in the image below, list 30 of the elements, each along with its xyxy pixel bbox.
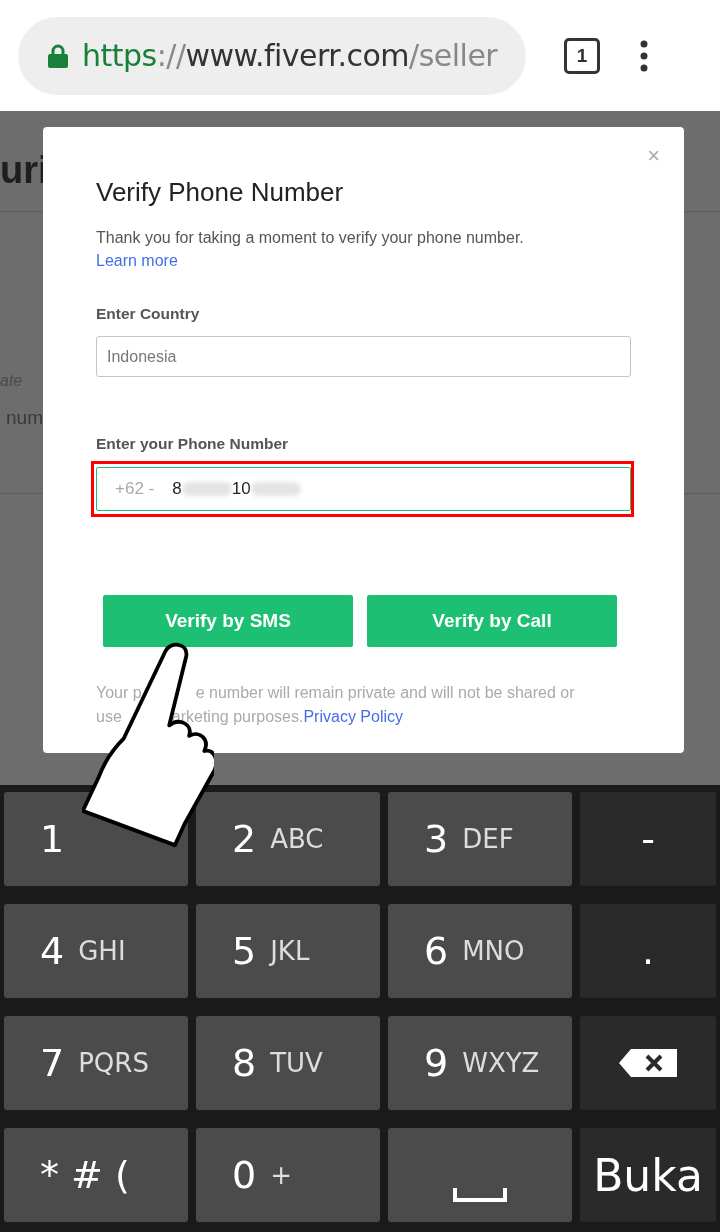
backspace-key[interactable] bbox=[580, 1016, 716, 1110]
learn-more-link[interactable]: Learn more bbox=[96, 252, 178, 269]
keypad-key[interactable]: * # ( bbox=[4, 1128, 188, 1222]
privacy-policy-link[interactable]: Privacy Policy bbox=[303, 705, 403, 729]
keypad-key[interactable]: 9 WXYZ bbox=[388, 1016, 572, 1110]
keypad-key[interactable]: 3 DEF bbox=[388, 792, 572, 886]
keypad-key[interactable]: 2 ABC bbox=[196, 792, 380, 886]
keypad-key[interactable]: 7 PQRS bbox=[4, 1016, 188, 1110]
disclaimer-text: use bbox=[96, 707, 122, 727]
keypad-key[interactable]: . bbox=[580, 904, 716, 998]
open-key[interactable]: Buka bbox=[580, 1128, 716, 1222]
tab-count-button[interactable]: 1 bbox=[564, 37, 600, 74]
country-field[interactable]: Indonesia bbox=[96, 336, 631, 377]
phone-label: Enter your Phone Number bbox=[96, 435, 290, 453]
menu-icon[interactable] bbox=[640, 39, 648, 72]
backspace-icon bbox=[619, 1049, 677, 1077]
country-label: Enter Country bbox=[96, 305, 201, 323]
phone-field[interactable]: +62 - 8 10 bbox=[96, 467, 631, 511]
disclaimer-text: Your p bbox=[96, 683, 142, 703]
space-icon bbox=[453, 1188, 507, 1202]
keypad-key[interactable]: - bbox=[580, 792, 716, 886]
disclaimer-text: e number will remain private and will not be shared or bbox=[195, 683, 575, 703]
description-text: Thank you for taking a moment to verify your phone number. bbox=[96, 228, 525, 248]
keypad-key[interactable]: 8 TUV bbox=[196, 1016, 380, 1110]
keypad-key[interactable]: 5 JKL bbox=[196, 904, 380, 998]
keypad-key[interactable]: 0 + bbox=[196, 1128, 380, 1222]
keypad-key[interactable]: 4 GHI bbox=[4, 904, 188, 998]
dialog-title: Verify Phone Number bbox=[96, 177, 345, 208]
keypad-key[interactable]: 6 MNO bbox=[388, 904, 572, 998]
lock-icon bbox=[48, 43, 68, 68]
